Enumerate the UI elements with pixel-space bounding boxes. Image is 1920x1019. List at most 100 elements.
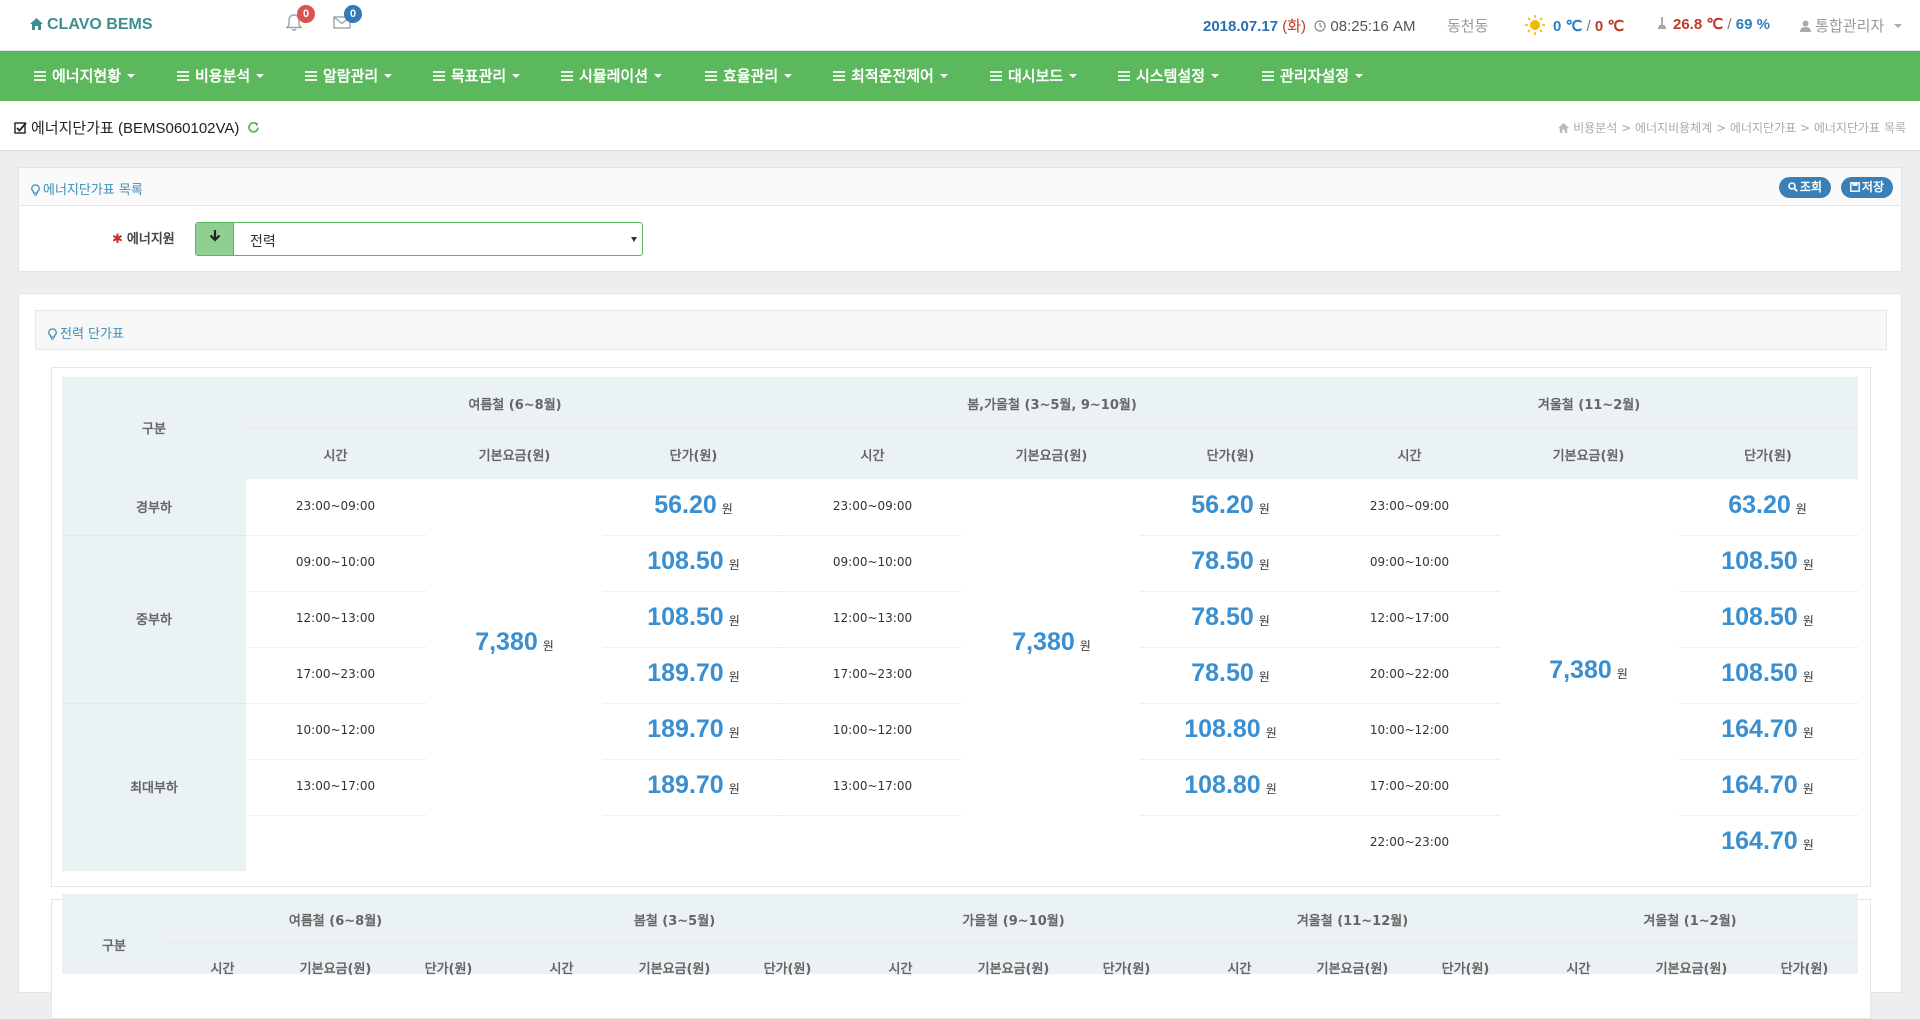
- time-range-cell: 23:00~09:00: [295, 499, 376, 513]
- time-range-cell: 17:00~23:00: [832, 667, 913, 681]
- unit-price-value: 56.20: [654, 491, 717, 519]
- tariff-panel-title-text: 전력 단가표: [60, 327, 124, 342]
- caret-down-icon: [256, 74, 265, 78]
- nav-system-settings[interactable]: 시스템설정: [1118, 51, 1220, 101]
- currency-unit: 원: [1795, 502, 1807, 516]
- search-panel-title: 에너지단가표 목록: [31, 179, 143, 198]
- refresh-icon[interactable]: [247, 121, 260, 134]
- nav-admin-settings[interactable]: 관리자설정: [1262, 51, 1364, 101]
- menu-bars-icon: [177, 71, 189, 81]
- location-name: 동천동: [1447, 18, 1489, 35]
- time-range-cell: 12:00~13:00: [832, 611, 913, 625]
- day-of-week: (화): [1282, 18, 1307, 35]
- user-name: 통합관리자: [1815, 18, 1885, 35]
- unit-price-cell: 108.50 원: [1678, 547, 1857, 576]
- seasonal-sub-header: 단가(원): [1102, 962, 1151, 977]
- row-divider: [783, 591, 962, 592]
- caret-down-icon: [1211, 74, 1220, 78]
- main-nav: 에너지현황 비용분석 알람관리 목표관리 시뮬레이션 효율관리 최적운전제어 대…: [0, 51, 1920, 101]
- menu-bars-icon: [1118, 71, 1130, 81]
- currency-unit: 원: [1079, 639, 1091, 653]
- alarm-button[interactable]: 0: [285, 5, 315, 36]
- menu-bars-icon: [34, 71, 46, 81]
- currency-unit: 원: [1802, 670, 1814, 684]
- nav-dashboard[interactable]: 대시보드: [990, 51, 1078, 101]
- sub-header-base-fee: 기본요금(원): [478, 449, 551, 464]
- unit-price-value: 108.50: [1721, 603, 1798, 631]
- currency-unit: 원: [1258, 614, 1270, 628]
- time-range-cell: 09:00~10:00: [1369, 555, 1450, 569]
- row-divider: [1141, 815, 1320, 816]
- unit-price-value: 63.20: [1728, 491, 1791, 519]
- energy-source-addon[interactable]: [196, 223, 234, 255]
- sub-header-time: 시간: [323, 449, 348, 464]
- time-range-cell: 12:00~17:00: [1369, 611, 1450, 625]
- time-range-cell: 17:00~20:00: [1369, 779, 1450, 793]
- save-button[interactable]: 저장: [1840, 177, 1893, 198]
- unit-price-cell: 78.50 원: [1141, 659, 1320, 688]
- time-range-cell: 10:00~12:00: [295, 723, 376, 737]
- home-icon: [30, 18, 43, 30]
- seasonal-header-divider: [166, 942, 1858, 943]
- season-header-winter: 겨울철 (11~2월): [1537, 398, 1641, 413]
- unit-price-cell: 189.70 원: [604, 715, 783, 744]
- indoor-separator: /: [1727, 16, 1732, 33]
- nav-energy-status[interactable]: 에너지현황: [34, 51, 136, 101]
- nav-efficiency-management[interactable]: 효율관리: [705, 51, 793, 101]
- search-button[interactable]: 조회: [1778, 177, 1831, 198]
- brand-logo[interactable]: CLAVO BEMS: [30, 16, 152, 34]
- unit-price-cell: 189.70 원: [604, 771, 783, 800]
- currency-unit: 원: [1265, 726, 1277, 740]
- currency-unit: 원: [1258, 558, 1270, 572]
- unit-price-cell: 164.70 원: [1678, 827, 1857, 856]
- thermometer-icon: [1658, 17, 1666, 29]
- tariff-panel-title: 전력 단가표: [48, 323, 124, 342]
- required-asterisk-icon: ✱: [112, 232, 123, 247]
- unit-price-value: 56.20: [1191, 491, 1254, 519]
- currency-unit: 원: [721, 502, 733, 516]
- nav-label: 목표관리: [451, 67, 507, 85]
- nav-alarm-management[interactable]: 알람관리: [305, 51, 393, 101]
- user-menu[interactable]: 통합관리자: [1800, 15, 1903, 36]
- arrow-down-icon: [209, 230, 220, 242]
- row-divider: [1678, 759, 1857, 760]
- unit-price-value: 108.80: [1184, 715, 1261, 743]
- nav-cost-analysis[interactable]: 비용분석: [177, 51, 265, 101]
- row-divider: [246, 535, 425, 536]
- currency-unit: 원: [1258, 502, 1270, 516]
- nav-simulation[interactable]: 시뮬레이션: [561, 51, 663, 101]
- unit-price-value: 108.80: [1184, 771, 1261, 799]
- nav-label: 효율관리: [723, 67, 779, 85]
- row-divider: [246, 591, 425, 592]
- row-divider: [1320, 703, 1499, 704]
- seasonal-sub-header: 시간: [888, 962, 913, 977]
- seasonal-sub-header: 기본요금(원): [299, 962, 372, 977]
- row-divider: [604, 647, 783, 648]
- search-icon: [1788, 182, 1798, 192]
- time-range-cell: 09:00~10:00: [295, 555, 376, 569]
- outdoor-weather: 0 ℃ / 0 ℃: [1525, 15, 1624, 35]
- nav-target-management[interactable]: 목표관리: [433, 51, 521, 101]
- currency-unit: 원: [1802, 782, 1814, 796]
- unit-price-value: 108.50: [647, 603, 724, 631]
- indoor-climate: 26.8 ℃ / 69 %: [1655, 15, 1770, 33]
- energy-source-label: ✱ 에너지원: [112, 228, 175, 247]
- row-divider: [604, 759, 783, 760]
- row-divider: [1320, 535, 1499, 536]
- row-divider: [783, 703, 962, 704]
- search-panel-title-text: 에너지단가표 목록: [43, 183, 143, 198]
- checkbox-checked-icon: [14, 122, 27, 134]
- indoor-temp: 26.8 ℃: [1673, 16, 1724, 33]
- seasonal-sub-header: 단가(원): [424, 962, 473, 977]
- nav-optimal-control[interactable]: 최적운전제어: [833, 51, 948, 101]
- row-divider: [783, 759, 962, 760]
- caret-down-icon: [1355, 74, 1364, 78]
- row-divider: [1678, 703, 1857, 704]
- row-divider: [1678, 535, 1857, 536]
- message-button[interactable]: 0: [333, 5, 362, 34]
- top-header: CLAVO BEMS 0 0 2018.07.17 (화) 08:25:16 A…: [0, 0, 1920, 51]
- energy-source-select[interactable]: 전력: [195, 222, 643, 256]
- page-title: 에너지단가표 (BEMS060102VA): [14, 117, 260, 138]
- unit-price-cell: 164.70 원: [1678, 771, 1857, 800]
- outdoor-temp-1: 0 ℃: [1553, 18, 1583, 35]
